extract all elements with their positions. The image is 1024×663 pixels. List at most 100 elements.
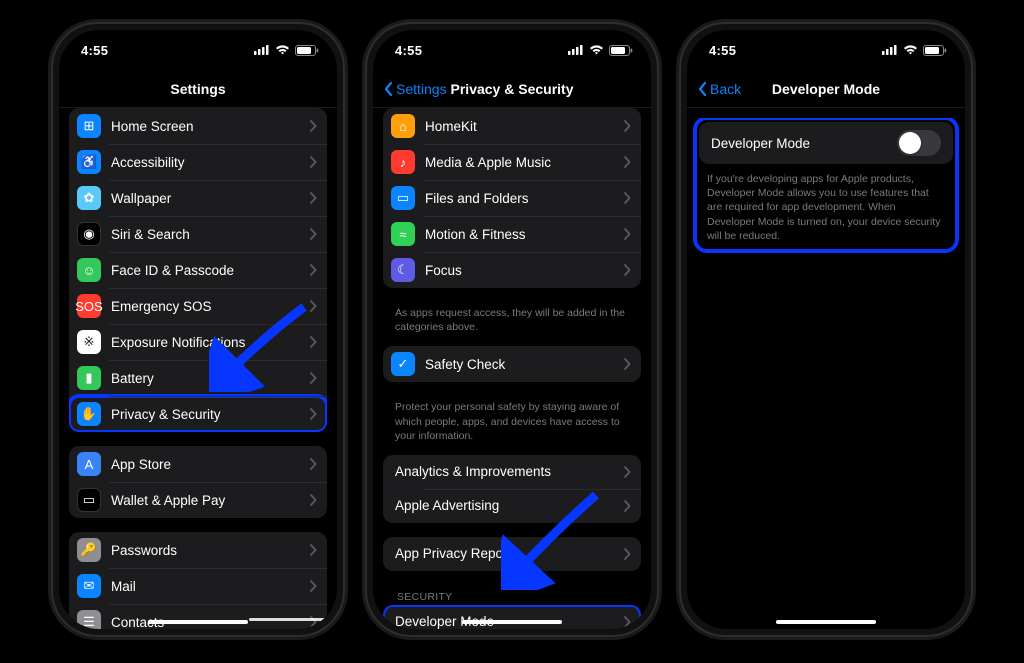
chevron-right-icon	[309, 372, 317, 384]
faceid-icon: ☺	[77, 258, 101, 282]
settings-row[interactable]: ⊞Home Screen	[69, 108, 327, 144]
header: Settings Privacy & Security	[373, 70, 651, 108]
chevron-right-icon	[623, 264, 631, 276]
appstore-icon: A	[77, 452, 101, 476]
settings-row[interactable]: ♪Media & Apple Music	[383, 144, 641, 180]
developer-mode-toggle[interactable]	[897, 130, 941, 156]
settings-row[interactable]: ♿Accessibility	[69, 144, 327, 180]
row-label: Mail	[111, 579, 309, 594]
chevron-right-icon	[309, 580, 317, 592]
settings-row[interactable]: ≈ Motion & Fitness	[383, 216, 641, 252]
chevron-right-icon	[309, 494, 317, 506]
back-label: Settings	[396, 81, 447, 97]
row-label: Battery	[111, 371, 309, 386]
settings-row[interactable]: Developer Mode	[383, 605, 641, 629]
chevron-right-icon	[623, 616, 631, 628]
music-icon: ♪	[391, 150, 415, 174]
settings-group: ✓Safety Check	[383, 346, 641, 382]
settings-row[interactable]: ✋Privacy & Security	[69, 396, 327, 432]
settings-row[interactable]: ▮ Battery	[69, 360, 327, 396]
chevron-right-icon	[309, 120, 317, 132]
home-indicator[interactable]	[462, 620, 562, 624]
row-label: Emergency SOS	[111, 299, 309, 314]
battery-icon: ▮	[77, 366, 101, 390]
settings-group: Analytics & Improvements Apple Advertisin…	[383, 455, 641, 523]
row-label: Analytics & Improvements	[395, 464, 623, 479]
wallet-icon: ▭	[77, 488, 101, 512]
settings-row[interactable]: ◉Siri & Search	[69, 216, 327, 252]
settings-row[interactable]: ⌂HomeKit	[383, 108, 641, 144]
settings-row[interactable]: App Privacy Report	[383, 537, 641, 571]
back-button[interactable]: Back	[697, 70, 741, 107]
highlight-box: Developer Mode If you're developing apps…	[695, 118, 957, 251]
settings-row[interactable]: SOSEmergency SOS	[69, 288, 327, 324]
motion-icon: ≈	[391, 222, 415, 246]
row-label: Wallpaper	[111, 191, 309, 206]
settings-row[interactable]: ▭Files and Folders	[383, 180, 641, 216]
wallpaper-icon: ✿	[77, 186, 101, 210]
wifi-icon	[903, 45, 918, 56]
row-label: Exposure Notifications	[111, 335, 309, 350]
row-label: App Privacy Report	[395, 546, 623, 561]
notch	[766, 30, 886, 56]
phone-2: 4:55 Settings Privacy & Security ⌂HomeKi…	[365, 22, 659, 637]
settings-row[interactable]: ✓Safety Check	[383, 346, 641, 382]
settings-row[interactable]: A App Store	[69, 446, 327, 482]
settings-group: ⌂HomeKit♪Media & Apple Music▭Files and F…	[383, 108, 641, 288]
page-title: Privacy & Security	[451, 81, 574, 97]
phone-3: 4:55 Back Developer Mode De	[679, 22, 973, 637]
scrollbar[interactable]	[249, 618, 331, 621]
phone-1: 4:55 Settings ⊞Home Screen♿Accessibility…	[51, 22, 345, 637]
chevron-right-icon	[309, 300, 317, 312]
group-footer: Protect your personal safety by staying …	[383, 396, 641, 455]
status-time: 4:55	[709, 43, 736, 58]
settings-row[interactable]: ▭Wallet & Apple Pay	[69, 482, 327, 518]
section-header: SECURITY	[383, 585, 641, 605]
settings-group: Developer Mode	[383, 605, 641, 629]
group-footer: As apps request access, they will be add…	[383, 302, 641, 346]
settings-row[interactable]: Apple Advertising	[383, 489, 641, 523]
home-indicator[interactable]	[148, 620, 248, 624]
back-button[interactable]: Settings	[383, 70, 447, 107]
chevron-right-icon	[309, 544, 317, 556]
chevron-right-icon	[309, 408, 317, 420]
settings-row[interactable]: ☺ Face ID & Passcode	[69, 252, 327, 288]
toggle-label: Developer Mode	[711, 136, 897, 151]
settings-row[interactable]: ✉ Mail	[69, 568, 327, 604]
app-grid-icon: ⊞	[77, 114, 101, 138]
row-label: Apple Advertising	[395, 498, 623, 513]
page-title: Developer Mode	[772, 81, 880, 97]
back-label: Back	[710, 81, 741, 97]
chevron-right-icon	[309, 458, 317, 470]
battery-icon	[295, 45, 319, 56]
settings-group: ⊞Home Screen♿Accessibility ✿ Wallpaper ◉Sir…	[69, 108, 327, 432]
row-label: Motion & Fitness	[425, 227, 623, 242]
notch	[138, 30, 258, 56]
row-label: Accessibility	[111, 155, 309, 170]
notch	[452, 30, 572, 56]
exposure-icon: ※	[77, 330, 101, 354]
wifi-icon	[275, 45, 290, 56]
focus-icon: ☾	[391, 258, 415, 282]
row-label: Face ID & Passcode	[111, 263, 309, 278]
chevron-right-icon	[623, 192, 631, 204]
settings-row[interactable]: ※ Exposure Notifications	[69, 324, 327, 360]
chevron-right-icon	[623, 156, 631, 168]
home-indicator[interactable]	[776, 620, 876, 624]
homekit-icon: ⌂	[391, 114, 415, 138]
chevron-right-icon	[623, 358, 631, 370]
header: Settings	[59, 70, 337, 108]
settings-row[interactable]: Analytics & Improvements	[383, 455, 641, 489]
settings-row[interactable]: ☰Contacts	[69, 604, 327, 629]
settings-row[interactable]: ✿ Wallpaper	[69, 180, 327, 216]
developer-mode-row[interactable]: Developer Mode	[699, 122, 953, 164]
chevron-right-icon	[623, 548, 631, 560]
status-time: 4:55	[395, 43, 422, 58]
settings-row[interactable]: 🔑Passwords	[69, 532, 327, 568]
header: Back Developer Mode	[687, 70, 965, 108]
row-label: App Store	[111, 457, 309, 472]
mail-icon: ✉	[77, 574, 101, 598]
settings-row[interactable]: ☾Focus	[383, 252, 641, 288]
contacts-icon: ☰	[77, 610, 101, 629]
siri-icon: ◉	[77, 222, 101, 246]
